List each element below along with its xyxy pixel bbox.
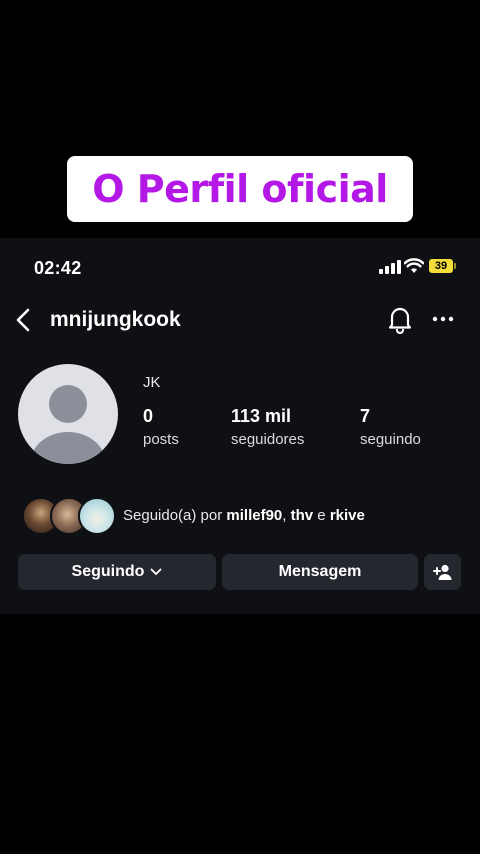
followed-by-user[interactable]: thv <box>291 507 314 524</box>
stat-posts[interactable]: 0 posts <box>143 406 179 448</box>
followed-by-separator: , <box>282 507 291 524</box>
add-person-icon <box>432 564 451 580</box>
battery-tip <box>454 263 456 269</box>
caption-banner: O Perfil oficial <box>67 156 413 222</box>
chevron-down-icon <box>151 568 162 575</box>
message-button-label: Mensagem <box>278 563 362 580</box>
stat-posts-value: 0 <box>143 406 154 426</box>
followed-by-prefix: Seguido(a) por <box>123 507 227 524</box>
stat-posts-label: posts <box>143 431 179 448</box>
followed-by-user[interactable]: rkive <box>330 507 365 524</box>
stat-followers[interactable]: 113 mil seguidores <box>231 406 304 448</box>
mutual-followers-avatars[interactable] <box>22 497 116 535</box>
profile-avatar[interactable] <box>18 364 118 464</box>
chevron-left-icon[interactable] <box>12 306 36 334</box>
stat-following-value: 7 <box>360 406 371 426</box>
profile-screen: 02:42 39 mnijungkook JK 0 posts 113 mil … <box>0 238 480 614</box>
more-horizontal-icon[interactable] <box>430 308 456 330</box>
avatar <box>78 497 116 535</box>
wifi-icon <box>404 258 424 273</box>
caption-text: O Perfil oficial <box>92 167 388 211</box>
profile-header: mnijungkook <box>0 300 480 340</box>
profile-display-name: JK <box>143 374 161 391</box>
bell-icon[interactable] <box>386 304 414 334</box>
followed-by-text[interactable]: Seguido(a) por millef90, thv e rkive <box>123 507 365 524</box>
following-button-label: Seguindo <box>71 563 145 580</box>
profile-username: mnijungkook <box>50 308 181 331</box>
status-bar: 02:42 39 <box>0 238 480 298</box>
following-button[interactable]: Seguindo <box>18 554 216 590</box>
stat-followers-value: 113 mil <box>231 406 292 426</box>
followed-by-user[interactable]: millef90 <box>226 507 282 524</box>
followed-by-connector: e <box>313 507 330 524</box>
signal-icon <box>379 260 401 274</box>
battery-icon: 39 <box>429 259 453 273</box>
stat-followers-label: seguidores <box>231 431 305 448</box>
status-time: 02:42 <box>34 258 82 278</box>
stat-following[interactable]: 7 seguindo <box>360 406 421 448</box>
stat-following-label: seguindo <box>360 431 421 448</box>
message-button[interactable]: Mensagem <box>222 554 418 590</box>
default-avatar-icon <box>30 385 106 464</box>
add-friend-button[interactable] <box>424 554 461 590</box>
